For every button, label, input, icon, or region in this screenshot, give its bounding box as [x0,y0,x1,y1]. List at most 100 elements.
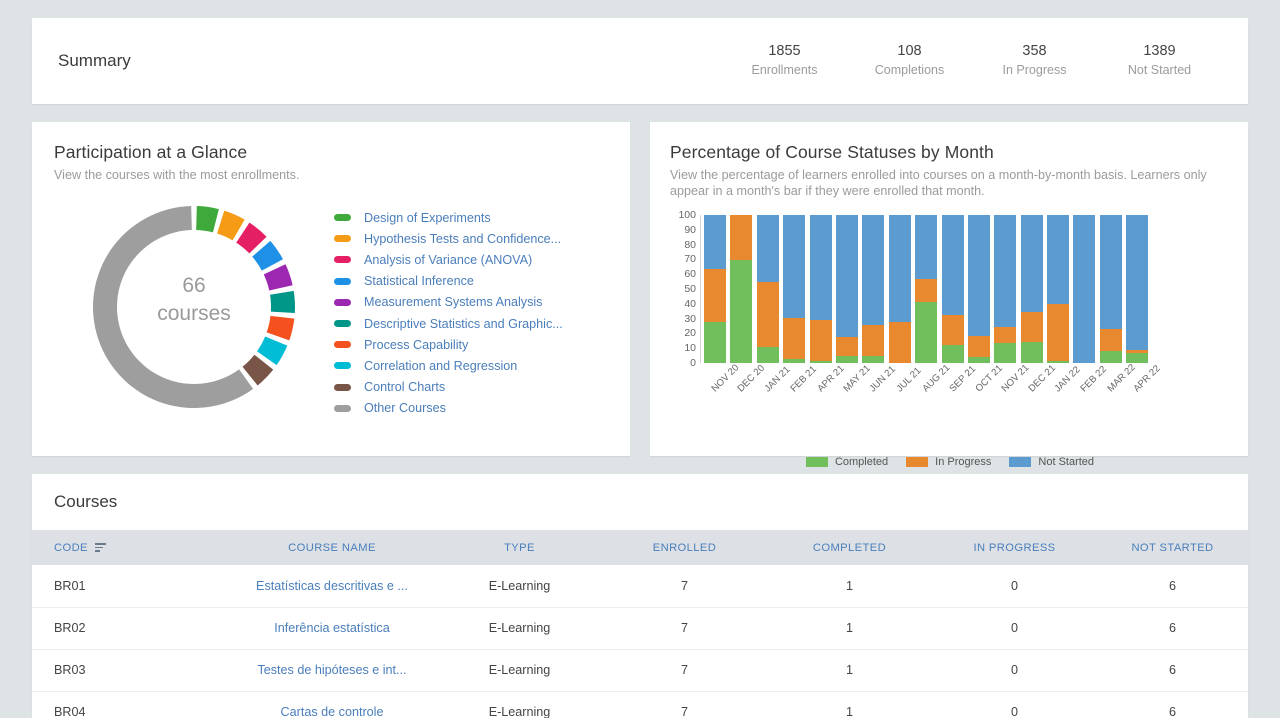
cell-not-started: 6 [1097,691,1248,718]
statuses-card: Percentage of Course Statuses by Month V… [650,122,1248,456]
x-axis-label: JUL 21 [894,371,917,394]
donut-legend-item[interactable]: Hypothesis Tests and Confidence... [334,228,563,249]
charts-row: Participation at a Glance View the cours… [32,122,1248,456]
table-row[interactable]: BR01Estatísticas descritivas e ...E-Lear… [32,565,1248,607]
x-axis-label: SEP 21 [947,371,970,394]
course-name-link[interactable]: Cartas de controle [281,705,384,718]
bar[interactable] [942,215,964,363]
bar[interactable] [1126,215,1148,363]
bar[interactable] [1047,215,1069,363]
donut-legend-item[interactable]: Statistical Inference [334,271,563,292]
table-row[interactable]: BR02Inferência estatísticaE-Learning7106 [32,607,1248,649]
table-row[interactable]: BR04Cartas de controleE-Learning7106 [32,691,1248,718]
y-axis: 0102030405060708090100 [670,215,696,363]
bar[interactable] [783,215,805,363]
bar[interactable] [836,215,858,363]
y-axis-tick: 90 [684,224,696,236]
donut-legend-item[interactable]: Descriptive Statistics and Graphic... [334,313,563,334]
bar[interactable] [1100,215,1122,363]
bar[interactable] [1073,215,1095,363]
bar-legend-item[interactable]: Not Started [1009,456,1094,468]
column-header-in-progress[interactable]: IN PROGRESS [932,530,1097,565]
course-name-link[interactable]: Testes de hipóteses e int... [257,663,406,677]
bar[interactable] [915,215,937,363]
donut-segment[interactable] [196,206,219,232]
summary-stat: 108Completions [847,42,972,80]
donut-center-unit: courses [157,302,231,325]
bar-legend-item[interactable]: In Progress [906,456,991,468]
donut-legend-item[interactable]: Control Charts [334,377,563,398]
legend-color-swatch [334,278,351,285]
bar[interactable] [757,215,779,363]
statuses-title: Percentage of Course Statuses by Month [670,142,1230,163]
cell-completed: 1 [767,649,932,691]
y-axis-tick: 80 [684,239,696,251]
bar[interactable] [730,215,752,363]
column-header-not-started[interactable]: NOT STARTED [1097,530,1248,565]
donut-segment[interactable] [270,291,295,313]
column-header-type[interactable]: TYPE [437,530,602,565]
column-header-code[interactable]: CODE [32,530,227,565]
x-axis-label: JAN 21 [762,371,785,394]
table-row[interactable]: BR03Testes de hipóteses e int...E-Learni… [32,649,1248,691]
donut-legend-item[interactable]: Measurement Systems Analysis [334,292,563,313]
bar[interactable] [810,215,832,363]
x-axis: NOV 20DEC 20JAN 21FEB 21APR 21MAY 21JUN … [700,365,1147,382]
column-header-course-name[interactable]: COURSE NAME [227,530,437,565]
bar-segment-not-started [942,215,964,315]
donut-segment[interactable] [217,211,245,241]
x-axis-label: DEC 21 [1026,371,1049,394]
cell-course-name[interactable]: Testes de hipóteses e int... [227,649,437,691]
bar-segment-in-progress [757,282,779,347]
donut-legend-item[interactable]: Other Courses [334,398,563,419]
bar-segment-not-started [889,215,911,322]
cell-course-name[interactable]: Inferência estatística [227,607,437,649]
bar-segment-completed [783,359,805,363]
column-header-label: TYPE [504,542,535,554]
course-name-link[interactable]: Estatísticas descritivas e ... [256,579,408,593]
bar[interactable] [704,215,726,363]
bar[interactable] [994,215,1016,363]
y-axis-tick: 30 [684,313,696,325]
bar[interactable] [1021,215,1043,363]
cell-course-name[interactable]: Cartas de controle [227,691,437,718]
summary-card: Summary 1855Enrollments108Completions358… [32,18,1248,104]
donut-legend-item[interactable]: Process Capability [334,334,563,355]
cell-enrolled: 7 [602,649,767,691]
cell-course-name[interactable]: Estatísticas descritivas e ... [227,565,437,607]
statuses-plot: 0102030405060708090100 NOV 20DEC 20JAN 2… [670,215,1230,400]
column-header-label: NOT STARTED [1131,542,1213,554]
summary-title: Summary [58,51,131,71]
cell-not-started: 6 [1097,607,1248,649]
bar-segment-in-progress [730,215,752,260]
legend-color-swatch [334,256,351,263]
donut-legend-item[interactable]: Correlation and Regression [334,355,563,376]
bar-segment-completed [757,347,779,363]
sort-descending-icon[interactable] [95,543,106,552]
column-header-enrolled[interactable]: ENROLLED [602,530,767,565]
bar-segment-not-started [968,215,990,336]
bar[interactable] [968,215,990,363]
column-header-completed[interactable]: COMPLETED [767,530,932,565]
bar-segment-in-progress [704,269,726,322]
bar[interactable] [862,215,884,363]
course-name-link[interactable]: Inferência estatística [274,621,390,635]
bar-segment-not-started [836,215,858,337]
donut-legend-item[interactable]: Design of Experiments [334,207,563,228]
donut-segment[interactable] [264,264,293,290]
donut-legend-label: Statistical Inference [364,274,474,288]
bar-legend-item[interactable]: Completed [806,456,888,468]
column-header-label: CODE [54,542,88,554]
legend-color-swatch [334,214,351,221]
x-axis-label: NOV 21 [1000,371,1023,394]
bar-legend-label: Not Started [1038,456,1094,468]
donut-segment[interactable] [267,316,295,340]
y-axis-tick: 60 [684,268,696,280]
bar[interactable] [889,215,911,363]
y-axis-tick: 50 [684,283,696,295]
donut-legend-item[interactable]: Analysis of Variance (ANOVA) [334,249,563,270]
cell-type: E-Learning [437,607,602,649]
bar-segment-not-started [810,215,832,320]
bar-segment-not-started [915,215,937,279]
bar-chart-legend: Completed In Progress Not Started [670,456,1230,468]
